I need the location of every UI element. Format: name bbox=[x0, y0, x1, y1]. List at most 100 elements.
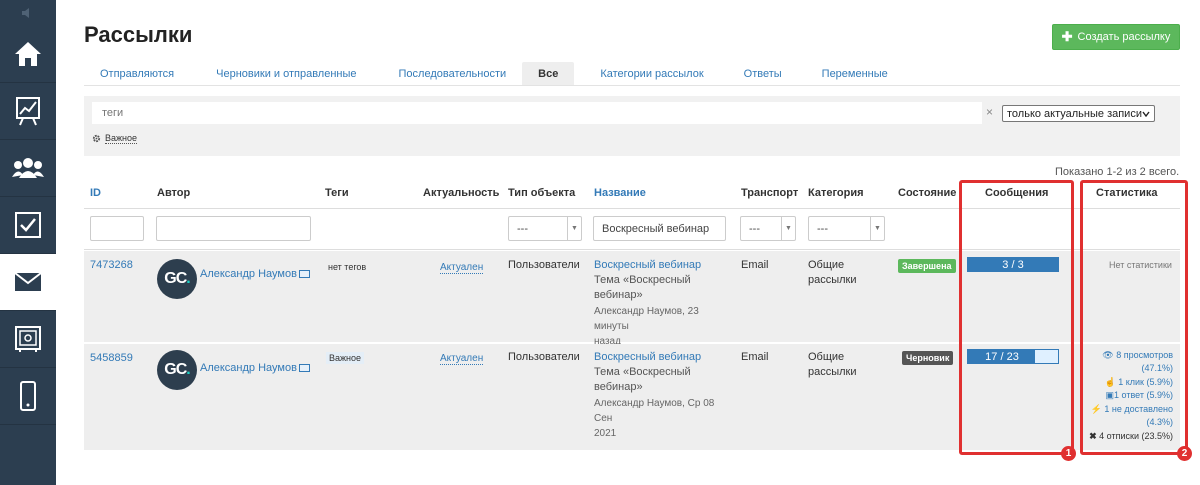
category-line-1: Общие bbox=[808, 351, 845, 363]
tab-categories[interactable]: Категории рассылок bbox=[584, 62, 719, 85]
plus-icon: ✚ bbox=[1061, 29, 1073, 44]
important-tag-label: Важное bbox=[105, 133, 138, 144]
envelope-icon bbox=[298, 270, 310, 279]
sidebar-item-reports[interactable] bbox=[0, 83, 56, 140]
category-line-2: рассылки bbox=[808, 274, 857, 286]
tab-variables[interactable]: Переменные bbox=[806, 62, 904, 85]
object-type-filter-select[interactable]: --- ▼ bbox=[508, 216, 582, 241]
author-link[interactable]: Александр Наумов bbox=[200, 268, 297, 280]
mailing-name-link[interactable]: Воскресный вебинар bbox=[594, 258, 734, 273]
category-line-1: Общие bbox=[808, 259, 845, 271]
id-filter-input[interactable] bbox=[90, 216, 144, 241]
tags-input[interactable] bbox=[92, 102, 982, 124]
chart-board-icon bbox=[16, 97, 40, 126]
category-filter-select[interactable]: --- ▼ bbox=[808, 216, 885, 241]
tab-all[interactable]: Все bbox=[522, 62, 575, 85]
avatar-text: GC bbox=[164, 270, 187, 287]
author-cell: Александр Наумов bbox=[200, 361, 310, 376]
sidebar-item-safe[interactable] bbox=[0, 311, 56, 368]
object-type-cell: Пользователи bbox=[508, 259, 580, 271]
chevron-down-icon: ▼ bbox=[781, 217, 795, 240]
sidebar-item-mobile[interactable] bbox=[0, 368, 56, 425]
avatar-dot: . bbox=[186, 361, 191, 378]
sidebar-collapse[interactable] bbox=[0, 0, 56, 26]
speaker-icon bbox=[22, 8, 29, 18]
subject-line-1: Тема «Воскресный bbox=[594, 366, 691, 378]
category-cell: Общие рассылки bbox=[808, 258, 857, 288]
gear-icon bbox=[92, 134, 101, 143]
avatar-text: GC bbox=[164, 361, 187, 378]
avatar: GC. bbox=[157, 350, 197, 390]
category-filter-value: --- bbox=[817, 222, 828, 235]
category-line-2: рассылки bbox=[808, 366, 857, 378]
actuality-link[interactable]: Актуален bbox=[440, 262, 484, 274]
row-id-link[interactable]: 5458859 bbox=[90, 351, 133, 366]
actuality-select[interactable]: только актуальные записи bbox=[1002, 105, 1155, 122]
author-cell: Александр Наумов bbox=[200, 267, 310, 282]
sidebar-item-home[interactable] bbox=[0, 26, 56, 83]
tab-replies[interactable]: Ответы bbox=[728, 62, 798, 85]
object-type-cell: Пользователи bbox=[508, 351, 580, 363]
sidebar-item-mailings[interactable] bbox=[0, 254, 56, 311]
category-cell: Общие рассылки bbox=[808, 350, 857, 380]
meta-line-2: 2021 bbox=[594, 428, 617, 439]
tab-sequences[interactable]: Последовательности bbox=[383, 62, 523, 85]
tags-cell: Важное bbox=[326, 351, 365, 366]
name-filter-input[interactable]: Воскресный вебинар bbox=[593, 216, 726, 241]
name-cell: Воскресный вебинар Тема «Воскресный веби… bbox=[594, 258, 734, 349]
actuality-link[interactable]: Актуален bbox=[440, 353, 484, 365]
tab-sending[interactable]: Отправляются bbox=[84, 62, 190, 85]
home-icon bbox=[15, 42, 41, 66]
column-header-state: Состояние bbox=[898, 187, 957, 199]
results-summary: Показано 1-2 из 2 всего. bbox=[1055, 166, 1180, 178]
tabs-bar: Отправляются Черновики и отправленные По… bbox=[84, 62, 1180, 86]
annotation-marker-1: 1 bbox=[1061, 446, 1076, 461]
sidebar bbox=[0, 0, 56, 485]
author-link[interactable]: Александр Наумов bbox=[200, 362, 297, 374]
tag-chip[interactable]: Важное bbox=[326, 352, 365, 364]
actuality-cell: Актуален bbox=[440, 260, 484, 275]
clear-tags-icon[interactable]: × bbox=[986, 105, 993, 119]
column-header-id[interactable]: ID bbox=[90, 187, 101, 199]
transport-filter-value: --- bbox=[749, 222, 760, 235]
column-header-category: Категория bbox=[808, 187, 864, 199]
sidebar-item-tasks[interactable] bbox=[0, 197, 56, 254]
transport-cell: Email bbox=[741, 351, 769, 363]
tags-cell: нет тегов bbox=[328, 262, 367, 272]
create-mailing-label: Создать рассылку bbox=[1077, 31, 1171, 43]
users-icon bbox=[12, 158, 44, 178]
create-mailing-button[interactable]: ✚ Создать рассылку bbox=[1052, 24, 1180, 50]
annotation-box-stats bbox=[1080, 180, 1188, 455]
phone-icon bbox=[20, 381, 36, 411]
filter-panel: × только актуальные записи Важное bbox=[84, 96, 1180, 156]
status-badge: Черновик bbox=[902, 351, 954, 365]
author-filter-input[interactable] bbox=[156, 216, 311, 241]
avatar: GC. bbox=[157, 259, 197, 299]
column-header-name[interactable]: Название bbox=[594, 187, 646, 199]
actuality-select-value: только актуальные записи bbox=[1007, 107, 1142, 120]
subject-line-2: вебинар» bbox=[594, 289, 643, 301]
sidebar-item-users[interactable] bbox=[0, 140, 56, 197]
mailing-name-link[interactable]: Воскресный вебинар bbox=[594, 350, 734, 365]
row-id-link[interactable]: 7473268 bbox=[90, 258, 133, 273]
chevron-down-icon: ▼ bbox=[870, 217, 884, 240]
transport-filter-select[interactable]: --- ▼ bbox=[740, 216, 796, 241]
tab-drafts-sent[interactable]: Черновики и отправленные bbox=[200, 62, 372, 85]
envelope-icon bbox=[14, 272, 42, 291]
column-header-actuality: Актуальность bbox=[423, 187, 500, 199]
column-header-tags: Теги bbox=[325, 187, 349, 199]
actuality-cell: Актуален bbox=[440, 351, 484, 366]
name-cell: Воскресный вебинар Тема «Воскресный веби… bbox=[594, 350, 734, 441]
avatar-dot: . bbox=[186, 270, 191, 287]
meta-line-1: Александр Наумов, 23 минуты bbox=[594, 306, 699, 332]
column-header-object-type: Тип объекта bbox=[508, 187, 576, 199]
important-tag-filter[interactable]: Важное bbox=[92, 133, 138, 144]
name-filter-value: Воскресный вебинар bbox=[602, 222, 710, 235]
meta-line-1: Александр Наумов, Ср 08 Сен bbox=[594, 398, 715, 424]
annotation-marker-2: 2 bbox=[1177, 446, 1192, 461]
column-header-transport: Транспорт bbox=[741, 187, 799, 199]
page-title: Рассылки bbox=[84, 22, 193, 47]
chevron-down-icon bbox=[1142, 111, 1150, 117]
chevron-down-icon: ▼ bbox=[567, 217, 581, 240]
column-header-author: Автор bbox=[157, 187, 191, 199]
